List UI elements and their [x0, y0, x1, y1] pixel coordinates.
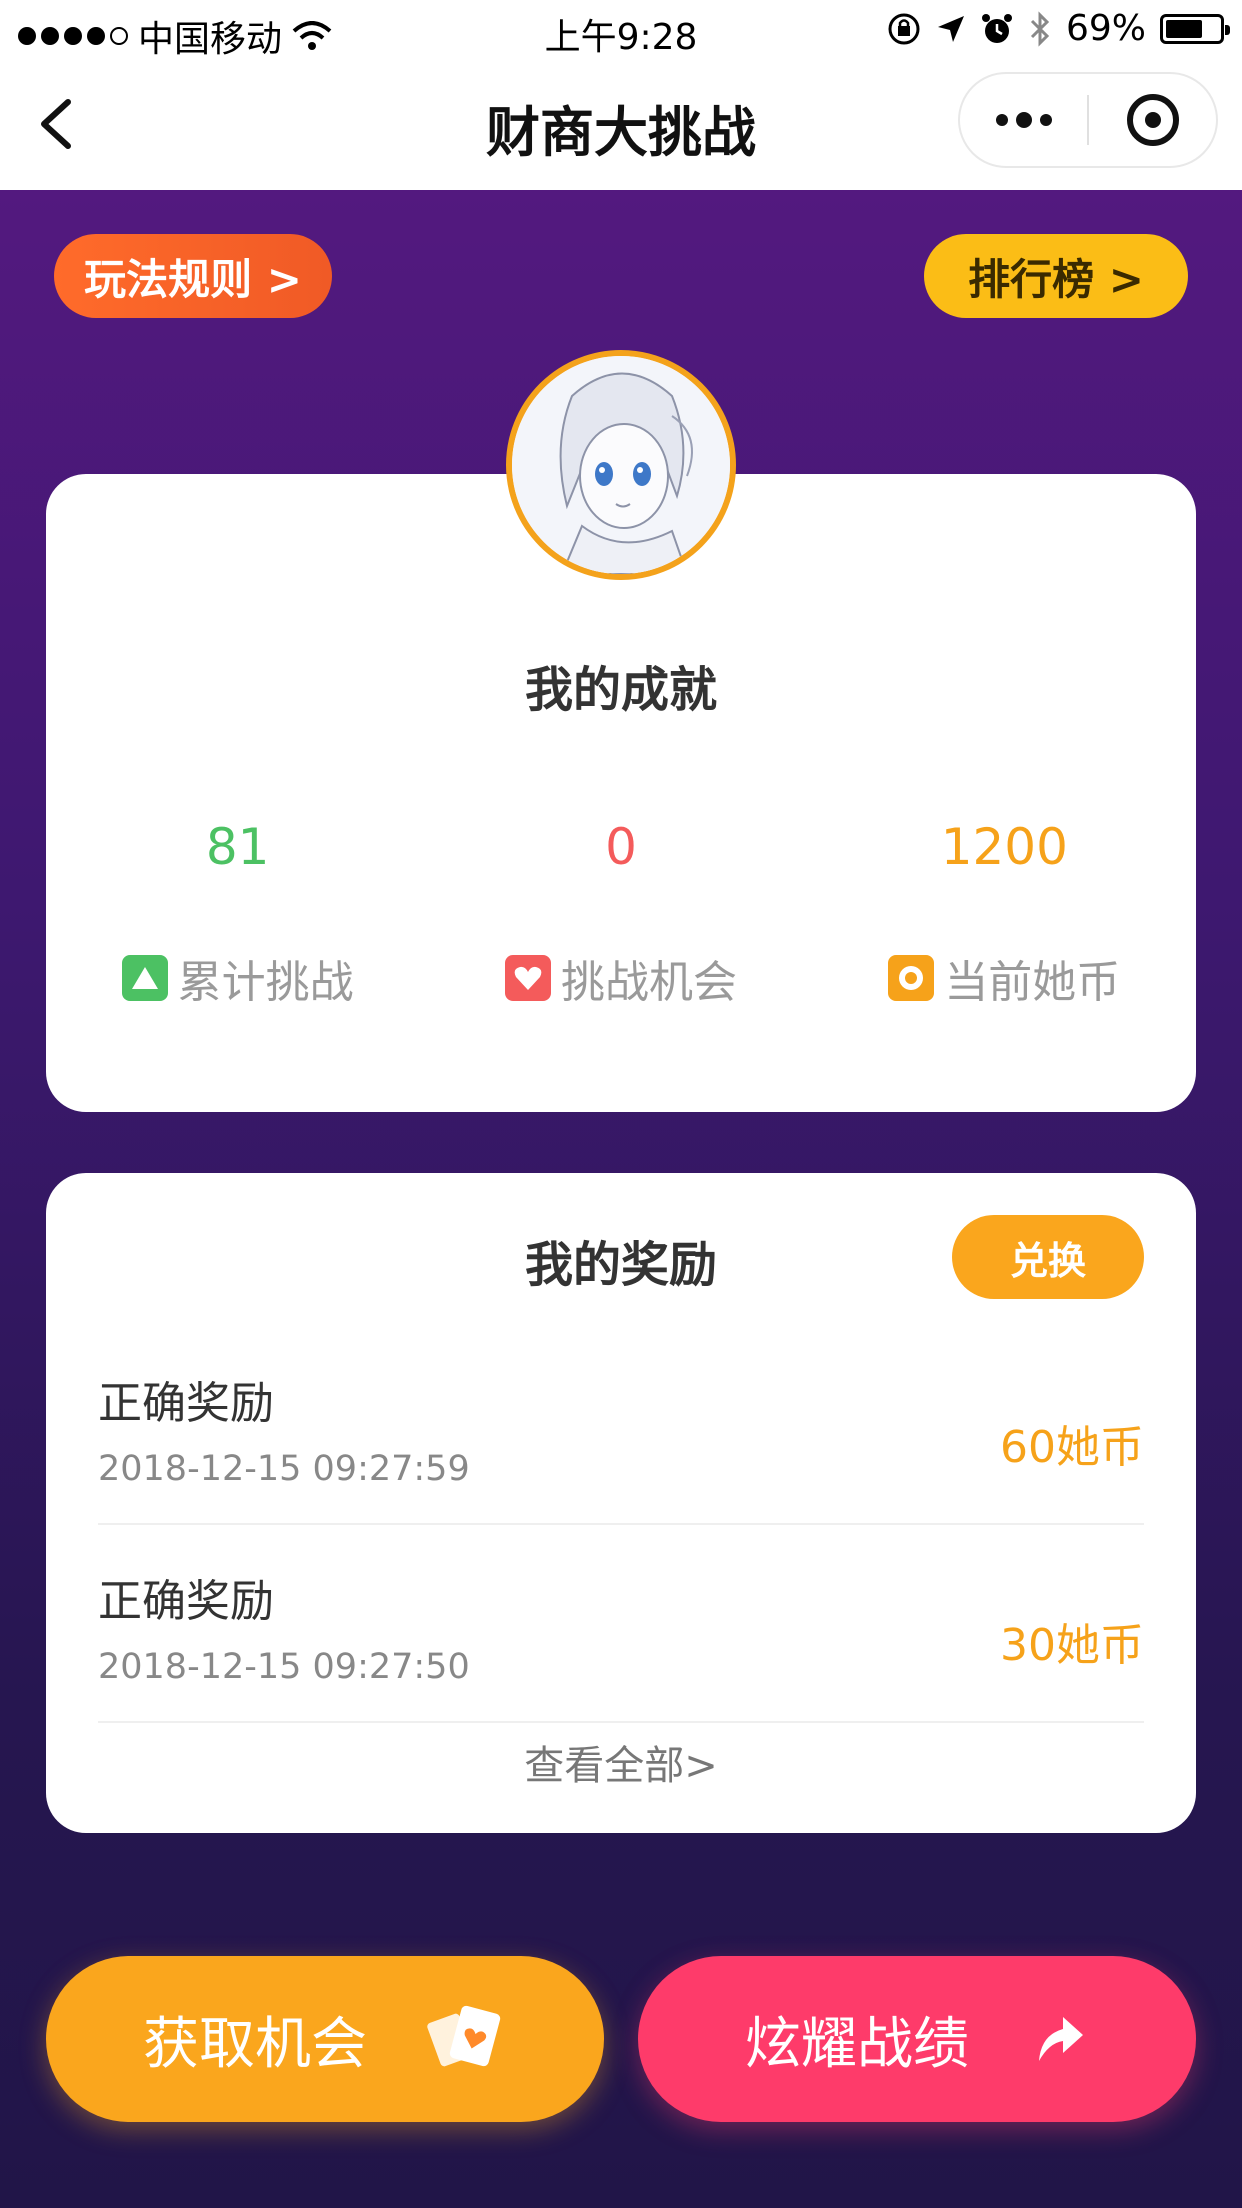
exchange-button[interactable]: 兑换 [952, 1215, 1144, 1299]
heart-icon [504, 955, 551, 1001]
reward-time: 2018-12-15 09:27:50 [98, 1647, 470, 1687]
share-arrow-icon [1039, 2017, 1083, 2061]
reward-row: 正确奖励 2018-12-15 09:27:50 30她币 [98, 1525, 1144, 1723]
stat-current-coins: 1200 当前她币 [813, 818, 1196, 1010]
stat-value: 81 [205, 818, 270, 876]
stat-value: 0 [605, 818, 637, 876]
achievements-title: 我的成就 [524, 662, 717, 718]
mini-program-capsule [958, 72, 1218, 168]
reward-time: 2018-12-15 09:27:59 [98, 1449, 470, 1489]
battery-icon [1160, 13, 1230, 44]
rotation-lock-icon [888, 13, 920, 44]
main-content: 玩法规则 > 排行榜 > 我的成就 81 累计挑战 0 挑战机会 1200 当前… [0, 190, 1242, 2208]
close-mini-program-icon[interactable] [1089, 94, 1216, 146]
reward-amount: 60她币 [1000, 1422, 1144, 1473]
view-all-link[interactable]: 查看全部> [46, 1733, 1196, 1791]
stat-total-challenges: 81 累计挑战 [46, 818, 429, 1010]
reward-row: 正确奖励 2018-12-15 09:27:59 60她币 [98, 1327, 1144, 1525]
get-chance-label: 获取机会 [143, 2011, 367, 2077]
stat-label: 当前她币 [944, 957, 1121, 1008]
avatar[interactable] [506, 350, 736, 580]
stat-challenge-chances: 0 挑战机会 [429, 818, 812, 1010]
show-off-button[interactable]: 炫耀战绩 [638, 1956, 1196, 2122]
reward-name: 正确奖励 [98, 1576, 274, 1627]
status-icons: 69% [886, 8, 1230, 49]
ranking-button[interactable]: 排行榜 > [924, 234, 1188, 318]
rules-button[interactable]: 玩法规则 > [54, 234, 332, 318]
battery-percent: 69% [1065, 8, 1146, 49]
status-bar: 中国移动 上午9:28 69% [0, 0, 1242, 60]
navigation-bar: 财商大挑战 [0, 60, 1242, 190]
avatar-image [512, 356, 730, 574]
achievement-stats: 81 累计挑战 0 挑战机会 1200 当前她币 [46, 818, 1196, 1010]
rewards-card: 我的奖励 兑换 正确奖励 2018-12-15 09:27:59 60她币 正确… [46, 1173, 1196, 1833]
bluetooth-icon [1030, 10, 1050, 47]
reward-name: 正确奖励 [98, 1378, 274, 1429]
more-icon[interactable] [960, 112, 1087, 128]
triangle-icon [121, 955, 168, 1001]
stat-value: 1200 [940, 818, 1068, 876]
get-chance-button[interactable]: 获取机会 [46, 1956, 604, 2122]
cards-icon [427, 2005, 501, 2067]
show-off-label: 炫耀战绩 [745, 2011, 969, 2077]
location-icon [937, 15, 964, 42]
alarm-icon [981, 13, 1012, 43]
stat-label: 累计挑战 [177, 957, 354, 1008]
coin-icon [888, 955, 935, 1001]
reward-amount: 30她币 [1000, 1620, 1144, 1671]
stat-label: 挑战机会 [560, 957, 737, 1008]
